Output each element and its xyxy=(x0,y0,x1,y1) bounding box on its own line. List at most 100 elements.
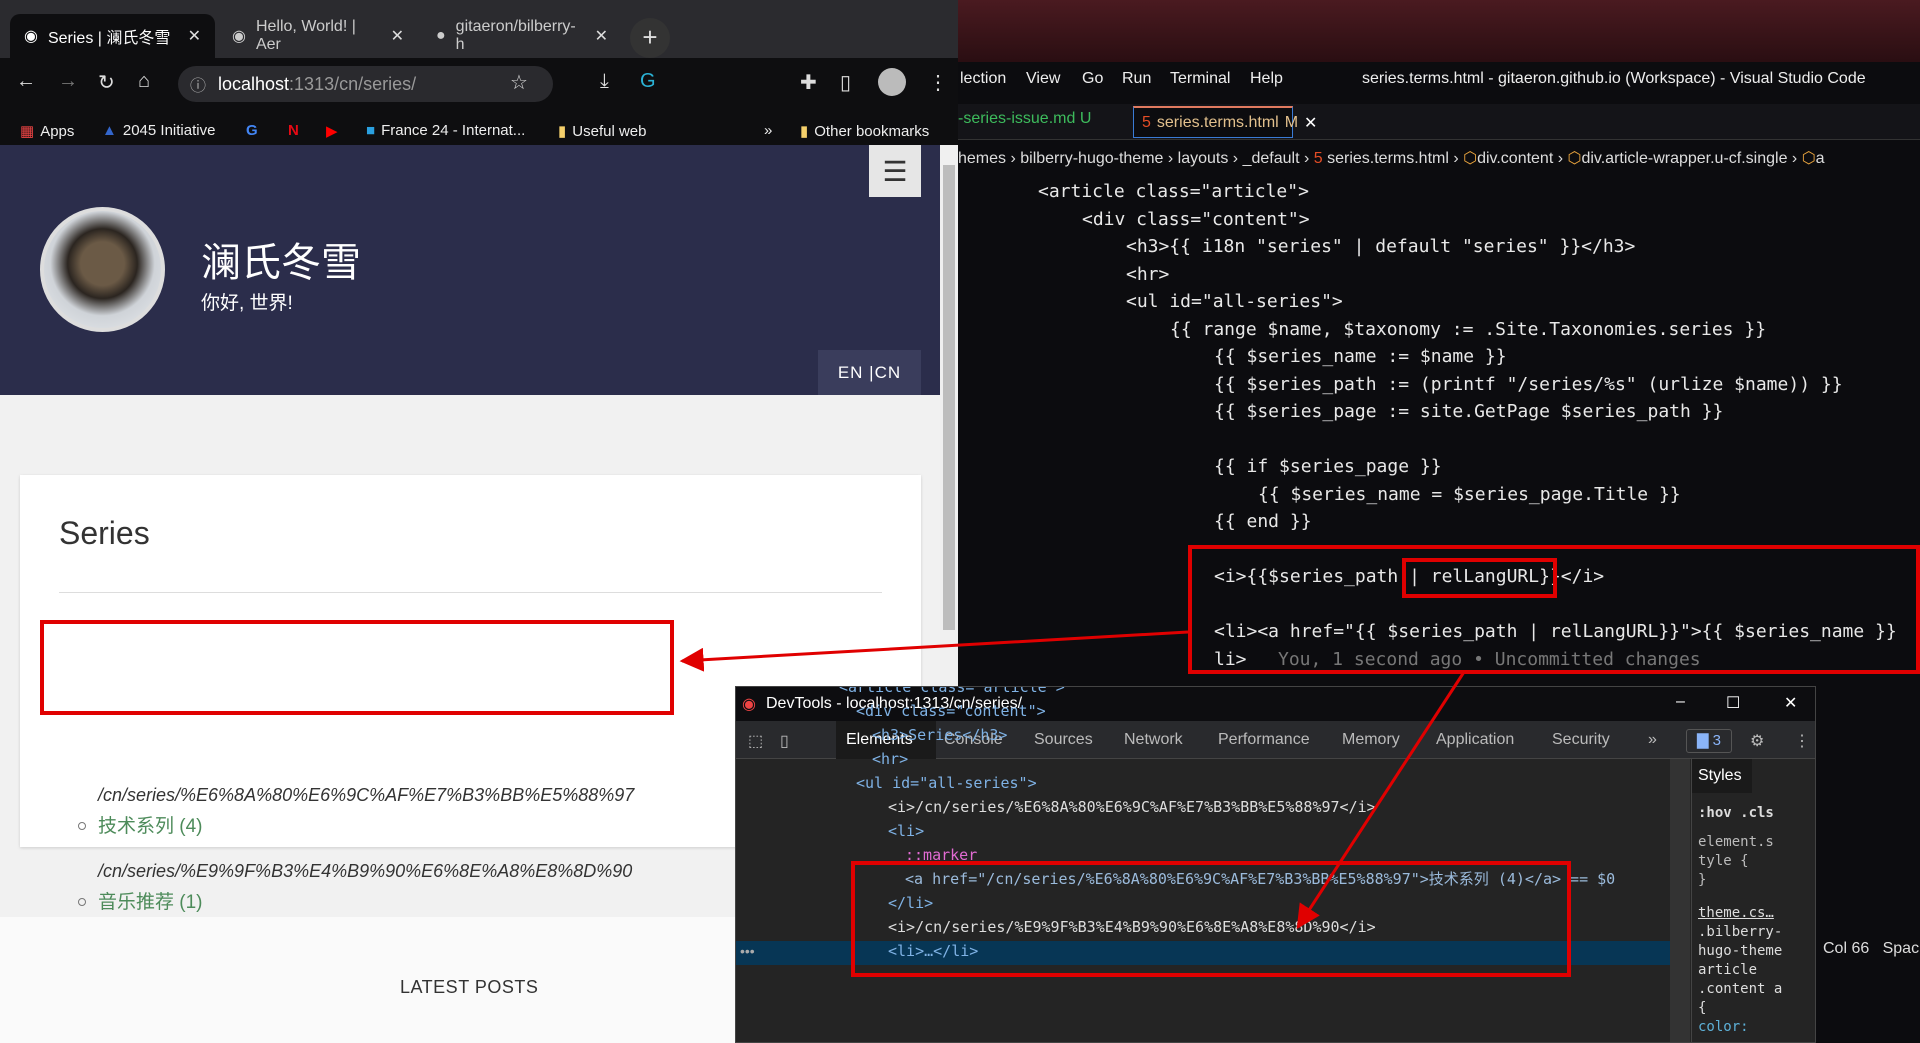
code-line[interactable]: {{ $series_name := $name }} xyxy=(1214,343,1507,371)
code-line[interactable]: <h3>{{ i18n "series" | default "series" … xyxy=(1126,233,1635,261)
issues-badge[interactable]: ▇ 3 xyxy=(1686,729,1732,753)
france24-icon: ■ xyxy=(366,122,376,139)
bookmark-2045[interactable]: ▲ 2045 Initiative xyxy=(102,122,215,139)
close-tab-icon[interactable]: ✕ xyxy=(1304,113,1317,133)
code-line[interactable]: <ul id="all-series"> xyxy=(1126,288,1343,316)
dom-node[interactable]: <div class="content"> xyxy=(856,699,1046,723)
menu-go[interactable]: Go xyxy=(1082,70,1103,88)
tab-security[interactable]: Security xyxy=(1552,731,1610,749)
language-switch[interactable]: EN |CN xyxy=(818,350,921,395)
device-toggle-icon[interactable]: ▯ xyxy=(780,731,789,751)
code-line[interactable]: <hr> xyxy=(1126,261,1169,289)
youtube-icon[interactable]: ▶ xyxy=(326,122,338,140)
bookmark-apps[interactable]: ▦ Apps xyxy=(20,122,74,141)
menu-terminal[interactable]: Terminal xyxy=(1170,70,1230,88)
tab-performance[interactable]: Performance xyxy=(1218,731,1310,749)
code-line[interactable]: {{ end }} xyxy=(1214,508,1312,536)
tab-series-issue[interactable]: -series-issue.md U xyxy=(958,110,1091,128)
dom-node[interactable]: <a href="/cn/series/%E6%8A%80%E6%9C%AF%E… xyxy=(905,867,1615,891)
series-link[interactable]: 音乐推荐 (1) xyxy=(98,887,203,914)
series-link[interactable]: 技术系列 (4) xyxy=(98,811,203,838)
bookmark-france24[interactable]: ■ France 24 - Internat... xyxy=(366,122,525,139)
menu-run[interactable]: Run xyxy=(1122,70,1151,88)
tab-hello-world[interactable]: ◉ Hello, World! | Aer ✕ xyxy=(218,14,418,58)
ellipsis-icon[interactable]: ••• xyxy=(740,943,755,959)
menu-view[interactable]: View xyxy=(1026,70,1060,88)
home-icon[interactable]: ⌂ xyxy=(138,70,150,93)
maximize-icon[interactable]: ☐ xyxy=(1726,693,1740,713)
tab-styles[interactable]: Styles xyxy=(1692,759,1752,793)
netflix-icon[interactable]: N xyxy=(288,122,299,139)
site-name[interactable]: 澜氏冬雪 xyxy=(201,230,361,288)
git-blame-annotation: You, 1 second ago • Uncommitted changes xyxy=(1278,648,1701,670)
code-line[interactable]: <div class="content"> xyxy=(1082,206,1310,234)
sidepanel-icon[interactable]: ▯ xyxy=(840,70,851,95)
dom-node[interactable]: <h3>Series</h3> xyxy=(872,723,1007,747)
dom-node[interactable]: <li>…</li> xyxy=(888,939,978,963)
tab-series[interactable]: ◉ Series | 澜氏冬雪 ✕ xyxy=(10,14,215,58)
code-line[interactable]: {{ $series_name = $series_page.Title }} xyxy=(1258,481,1681,509)
tab-network[interactable]: Network xyxy=(1124,731,1183,749)
cube-icon: ⬡ xyxy=(1801,150,1816,167)
bookmark-star-icon[interactable]: ☆ xyxy=(510,70,528,95)
dom-node[interactable]: <article class= article > xyxy=(839,687,1065,699)
hamburger-menu-icon[interactable]: ☰ xyxy=(869,145,921,197)
menu-kebab-icon[interactable]: ⋮ xyxy=(928,70,948,95)
dom-node[interactable]: <li> xyxy=(888,819,924,843)
tab-github[interactable]: ● gitaeron/bilberry-h ✕ xyxy=(422,14,622,58)
code-line[interactable]: li> xyxy=(1214,646,1247,674)
more-tabs[interactable]: » xyxy=(1648,731,1657,749)
bookmarks-more[interactable]: » xyxy=(764,122,772,139)
style-filter[interactable]: :hov .cls xyxy=(1692,793,1815,833)
menu-help[interactable]: Help xyxy=(1250,70,1283,88)
code-line[interactable]: <article class="article"> xyxy=(1038,178,1309,206)
close-tab-icon[interactable]: ✕ xyxy=(391,26,404,46)
dom-node[interactable]: <hr> xyxy=(872,747,908,771)
reload-icon[interactable]: ↻ xyxy=(98,70,115,95)
dom-node[interactable]: <i>/cn/series/%E6%8A%80%E6%9C%AF%E7%B3%B… xyxy=(888,795,1376,819)
address-bar[interactable]: localhost:1313/cn/series/ xyxy=(178,66,553,102)
dom-node[interactable]: </li> xyxy=(888,891,933,915)
code-line[interactable]: {{ $series_page := site.GetPage $series_… xyxy=(1214,398,1723,426)
style-rule-line: { xyxy=(1698,1000,1707,1016)
inspect-icon[interactable]: ⬚ xyxy=(748,731,763,751)
bookmark-other[interactable]: ▮ Other bookmarks xyxy=(800,122,929,141)
selected-node-row[interactable] xyxy=(736,941,1670,965)
bookmark-useful-web[interactable]: ▮ Useful web xyxy=(558,122,646,141)
menu-selection[interactable]: lection xyxy=(960,70,1006,88)
minimize-icon[interactable]: – xyxy=(1676,693,1685,711)
profile-avatar[interactable] xyxy=(878,68,906,96)
code-line[interactable]: <i>{{$series_path | relLangURL}}</i> xyxy=(1214,563,1604,591)
page-title: Series xyxy=(59,515,150,551)
globe-icon: ◉ xyxy=(24,28,38,45)
kebab-menu-icon[interactable]: ⋮ xyxy=(1794,731,1810,751)
dom-scrollbar[interactable] xyxy=(1670,759,1690,1042)
tab-sources[interactable]: Sources xyxy=(1034,731,1093,749)
tab-memory[interactable]: Memory xyxy=(1342,731,1400,749)
code-line[interactable]: {{ range $name, $taxonomy := .Site.Taxon… xyxy=(1170,316,1766,344)
dom-node[interactable]: <ul id="all-series"> xyxy=(856,771,1037,795)
scrollbar-thumb[interactable] xyxy=(943,165,955,630)
download-icon[interactable]: ⤓ xyxy=(600,70,609,93)
dom-node[interactable]: ::marker xyxy=(905,843,977,867)
code-line[interactable]: {{ $series_path := (printf "/series/%s" … xyxy=(1214,371,1843,399)
google-icon[interactable]: G xyxy=(246,122,258,139)
tab-application[interactable]: Application xyxy=(1436,731,1514,749)
tab-series-terms[interactable]: 5 series.terms.html M ✕ xyxy=(1133,106,1317,138)
grammarly-icon[interactable]: G xyxy=(640,70,656,93)
settings-gear-icon[interactable]: ⚙ xyxy=(1750,731,1764,751)
close-icon[interactable]: ✕ xyxy=(1784,693,1797,713)
close-tab-icon[interactable]: ✕ xyxy=(595,26,608,46)
forward-icon[interactable]: → xyxy=(58,70,78,93)
extensions-icon[interactable]: ✚ xyxy=(800,70,817,95)
code-line[interactable]: <li><a href="{{ $series_path | relLangUR… xyxy=(1214,618,1897,646)
divider xyxy=(59,592,882,593)
avatar xyxy=(40,207,165,332)
style-rule-line: .bilberry- xyxy=(1698,924,1783,940)
close-tab-icon[interactable]: ✕ xyxy=(188,26,201,46)
info-icon[interactable]: ⓘ xyxy=(190,72,206,96)
back-icon[interactable]: ← xyxy=(16,70,36,93)
dom-node[interactable]: <i>/cn/series/%E9%9F%B3%E4%B9%90%E6%8E%A… xyxy=(888,915,1376,939)
code-line[interactable]: {{ if $series_page }} xyxy=(1214,453,1442,481)
new-tab-button[interactable]: + xyxy=(630,18,670,58)
